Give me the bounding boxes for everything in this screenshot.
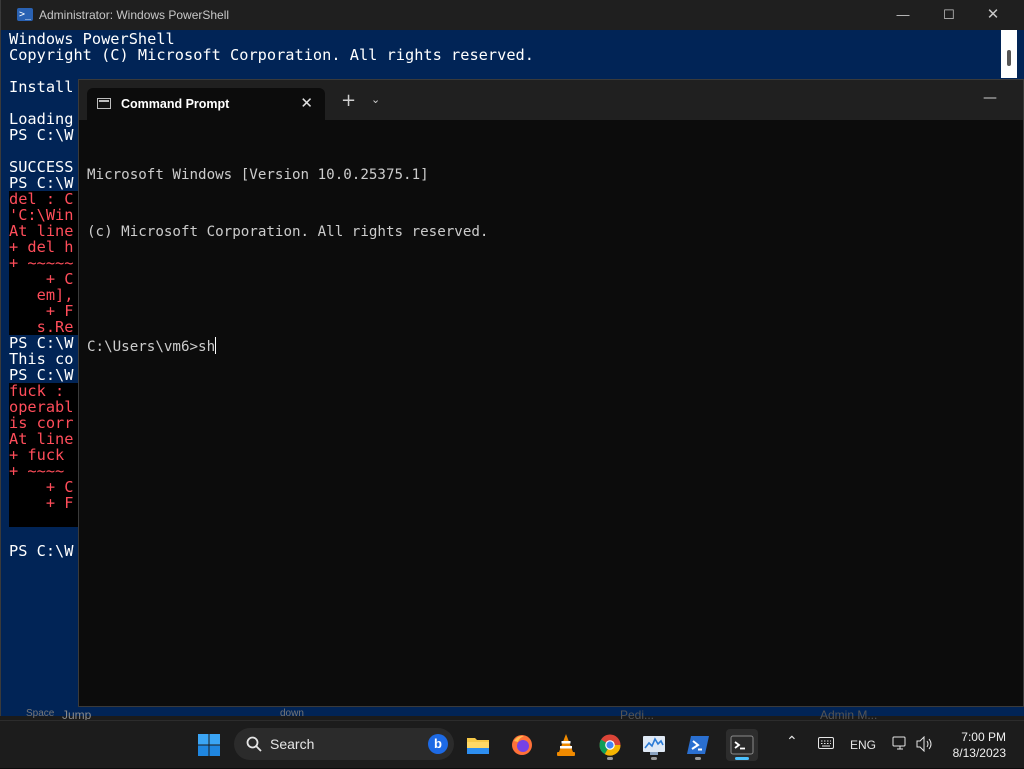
running-indicator [651,757,657,760]
volume-icon[interactable] [916,736,934,752]
text-cursor [215,337,217,354]
powershell-taskbar-button[interactable] [682,729,714,761]
close-button[interactable]: ✕ [970,0,1016,30]
vlc-cone-icon [557,734,575,756]
powershell-icon [687,736,709,754]
running-indicator [695,757,701,760]
console-line: ​ [87,280,1007,299]
taskbar: Search b ⌃ ENG 7:00 PM 8/13/2023 [0,720,1024,768]
system-tray: ⌃ ENG 7:00 PM 8/13/2023 [780,721,1024,769]
hint-label: down [280,708,304,719]
monitor-chart-icon [643,736,665,755]
new-tab-button[interactable]: + [341,90,356,111]
maximize-button[interactable]: ☐ [926,0,972,30]
show-hidden-icons-chevron-up-icon[interactable]: ⌃ [786,733,798,750]
terminal-minimize-button[interactable]: — [983,90,997,106]
hint-key: Space [26,708,55,719]
keyboard-icon[interactable] [818,737,834,749]
chrome-icon [599,734,621,756]
search-label: Search [270,736,315,752]
console-line: Microsoft Windows [Version 10.0.25375.1] [87,167,429,183]
terminal-tab-bar: Command Prompt ✕ + ⌄ — [79,80,1023,120]
prompt-line[interactable]: C:\Users\vm6>sh [87,337,1007,357]
network-icon[interactable] [892,736,908,752]
tab-command-prompt[interactable]: Command Prompt ✕ [87,88,325,120]
resource-monitor-button[interactable] [638,729,670,761]
tab-title: Command Prompt [121,97,230,111]
console-line: Copyright (C) Microsoft Corporation. All… [9,46,534,64]
cmd-icon [97,98,111,109]
clock[interactable]: 7:00 PM 8/13/2023 [953,729,1006,761]
vlc-button[interactable] [550,729,582,761]
clock-date: 8/13/2023 [952,746,1006,760]
chrome-button[interactable] [594,729,626,761]
console-line: (c) Microsoft Corporation. All rights re… [87,224,489,240]
search-icon [246,736,262,752]
folder-icon [467,738,489,754]
clock-time: 7:00 PM [961,730,1006,744]
start-button[interactable] [193,729,225,761]
search-input[interactable]: Search b [234,728,454,760]
close-tab-icon[interactable]: ✕ [300,94,313,112]
language-indicator[interactable]: ENG [850,738,876,752]
bing-icon[interactable]: b [428,734,448,754]
firefox-button[interactable] [506,729,538,761]
minimize-button[interactable]: — [880,0,926,30]
running-indicator [607,757,613,760]
file-explorer-button[interactable] [462,729,494,761]
chevron-down-icon[interactable]: ⌄ [371,93,380,106]
firefox-icon [512,735,532,755]
command-prompt-window[interactable]: Command Prompt ✕ + ⌄ — Microsoft Windows… [78,79,1024,707]
terminal-taskbar-button[interactable] [726,729,758,761]
prompt: C:\Users\vm6> [87,339,199,355]
console-line: Windows PowerShell [9,31,175,48]
powershell-scrollbar[interactable] [1001,30,1017,78]
command-input[interactable]: sh [198,339,215,355]
powershell-title: Administrator: Windows PowerShell [39,8,230,22]
windows-logo-icon [198,734,220,756]
running-indicator [735,757,749,760]
scrollbar-thumb[interactable] [1007,50,1011,66]
powershell-icon: >_ [17,8,33,21]
powershell-titlebar[interactable]: >_ Administrator: Windows PowerShell — ☐… [1,0,1024,30]
terminal-icon [730,735,754,755]
terminal-console-output[interactable]: Microsoft Windows [Version 10.0.25375.1]… [87,128,1007,395]
